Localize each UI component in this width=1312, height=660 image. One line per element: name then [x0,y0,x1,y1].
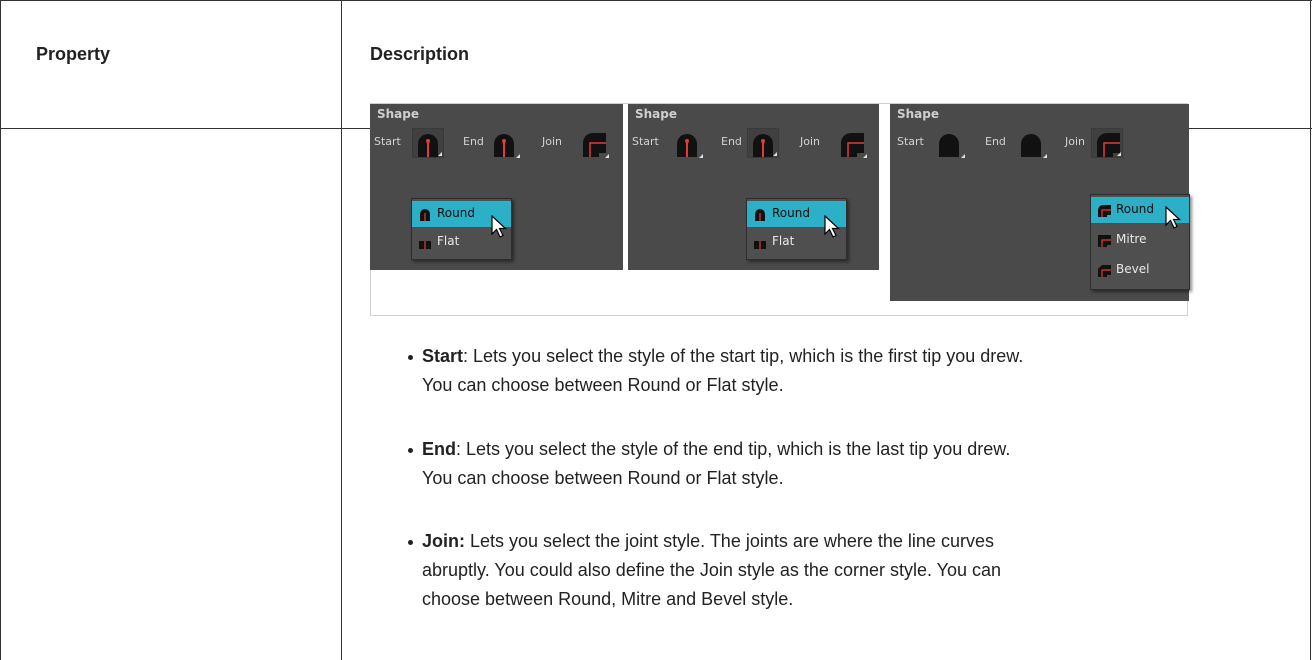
shape-title: Shape [897,107,940,121]
end-label: End [721,135,742,148]
join-label: Join [1065,135,1086,148]
round-join-icon[interactable] [578,129,610,159]
start-label: Start [374,135,401,148]
description-text: Lets you select the joint style. The joi… [470,531,994,551]
flat-cap-icon [418,235,432,252]
bullet-dot [408,448,413,453]
mitre-join-icon [1097,233,1111,250]
end-label: End [985,135,1006,148]
start-label: Start [632,135,659,148]
bullet-dot [408,540,413,545]
bevel-join-icon [1097,263,1111,280]
term-start: Start [422,346,464,366]
description-text: choose between Round, Mitre and Bevel st… [422,589,794,609]
table-top-border [0,0,1312,1]
table-right-border [1310,0,1311,660]
description-text: Lets you select the style of the start t… [473,346,1024,366]
round-cap-icon [753,207,767,224]
bullet-dot [408,355,413,360]
join-label: Join [800,135,821,148]
mouse-pointer-icon [491,214,509,243]
round-cap-icon[interactable] [672,129,704,159]
end-label: End [463,135,484,148]
description-text: abruptly. You could also define the Join… [422,560,1002,580]
shape-title: Shape [377,107,420,121]
table-left-border [0,0,1,660]
table-column-divider [341,0,342,660]
round-join-icon [1097,203,1111,220]
round-cap-icon[interactable] [934,129,966,159]
shape-panel-3: Shape Start End Join Round Mitre Bevel [890,104,1190,301]
description-text: You can choose between Round or Flat sty… [422,468,784,488]
round-cap-icon [418,207,432,224]
flat-cap-icon [753,235,767,252]
round-cap-icon[interactable] [1016,129,1048,159]
round-join-icon[interactable] [836,129,868,159]
shape-title: Shape [635,107,678,121]
dropdown-item-bevel[interactable]: Bevel [1091,257,1189,283]
term-end: End [422,439,456,459]
description-text: Lets you select the style of the end tip… [466,439,1011,459]
round-cap-icon[interactable] [412,128,444,158]
mouse-pointer-icon [1165,205,1183,234]
description-text: You can choose between Round or Flat sty… [422,375,784,395]
round-cap-icon[interactable] [747,128,779,158]
join-label: Join [542,135,563,148]
shape-panel-1: Shape Start End Join Round Flat [370,104,623,270]
mouse-pointer-icon [824,214,842,243]
shape-panel-2: Shape Start End Join Round Flat [628,104,879,270]
header-property: Property [36,44,111,64]
round-join-icon[interactable] [1091,128,1123,158]
round-cap-icon[interactable] [489,129,521,159]
term-join: Join: [422,531,465,551]
start-label: Start [897,135,924,148]
header-description: Description [370,44,470,64]
